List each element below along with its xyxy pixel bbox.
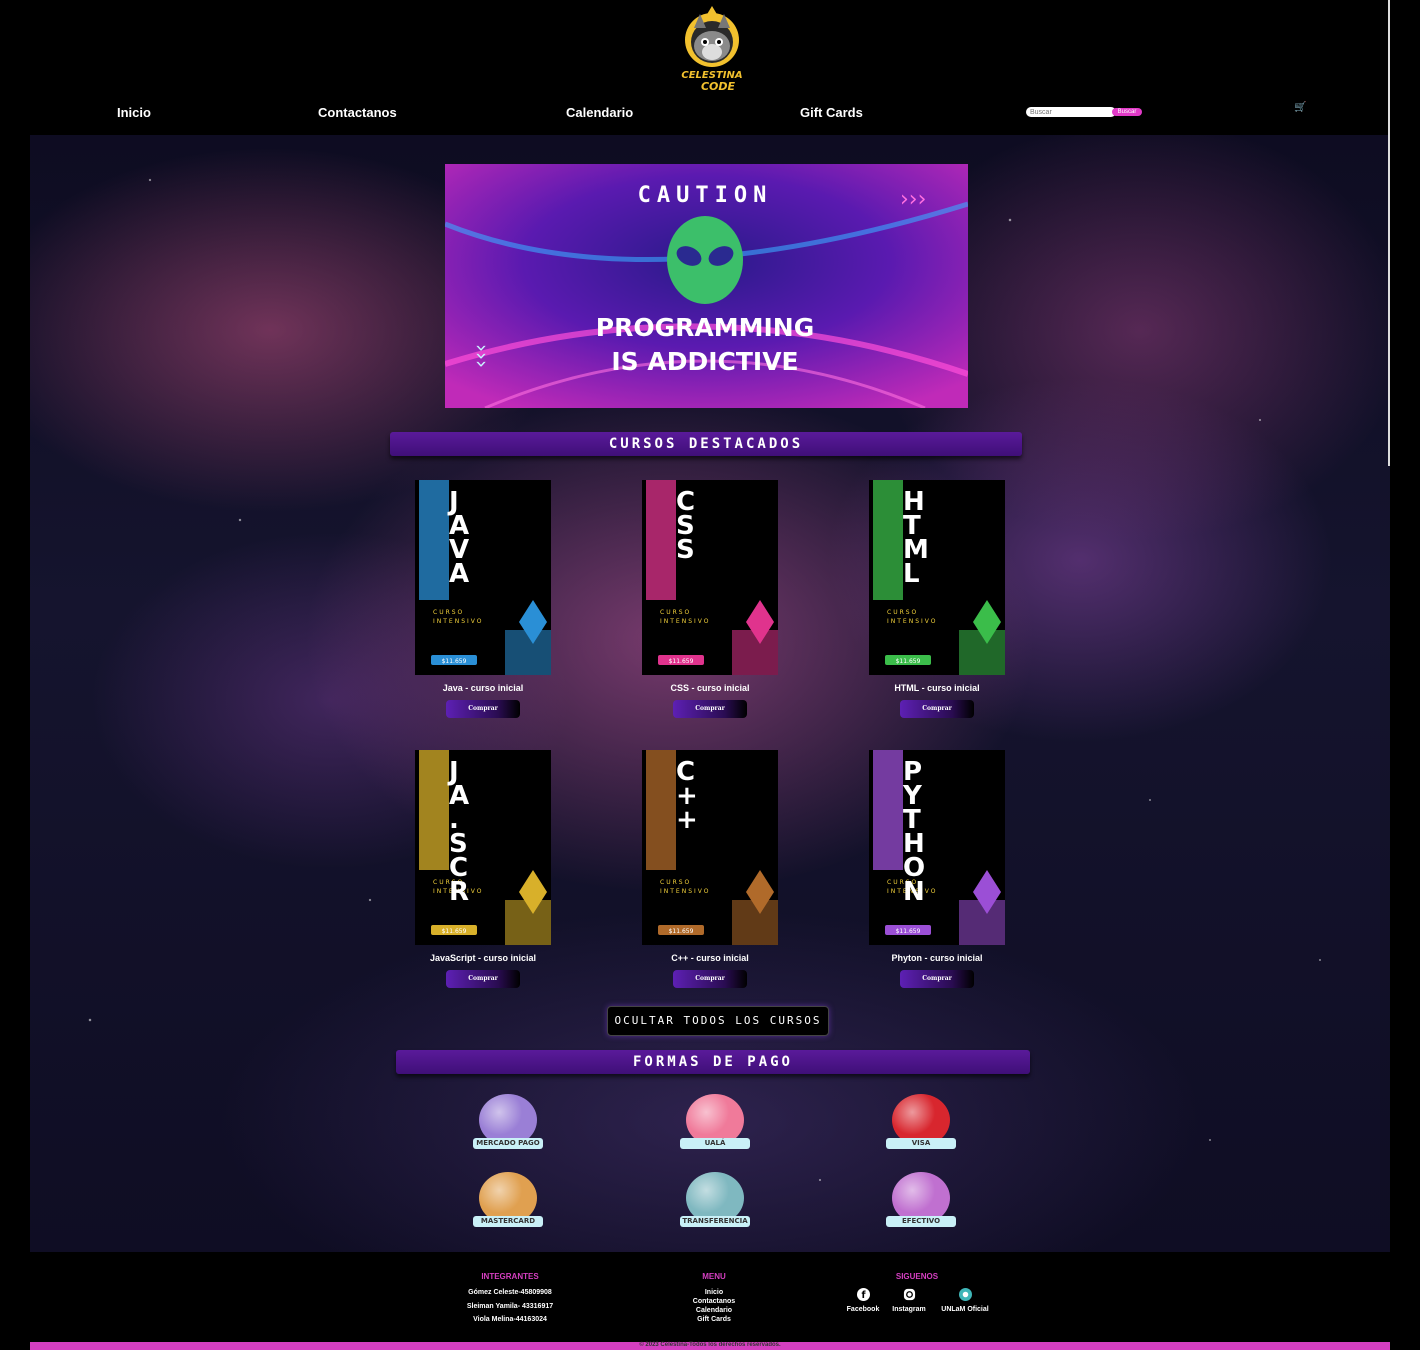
footer-members-title: INTEGRANTES <box>481 1272 539 1281</box>
payment-method[interactable]: UALÁ <box>670 1094 760 1156</box>
poster-tag-intensivo: INTENSIVO <box>887 618 938 625</box>
buy-button[interactable]: Comprar <box>673 970 747 988</box>
banner-line-1: PROGRAMMING <box>596 313 814 342</box>
poster-tag-intensivo: INTENSIVO <box>433 618 484 625</box>
footer-menu-title: MENU <box>702 1272 726 1281</box>
buy-button[interactable]: Comprar <box>446 700 520 718</box>
banner-headline: CAUTION <box>638 183 773 208</box>
unlam-link[interactable]: UNLaM Oficial <box>932 1288 998 1313</box>
payment-label: EFECTIVO <box>886 1216 956 1227</box>
payment-label: TRANSFERENCIA <box>680 1216 750 1227</box>
course-poster[interactable]: CURSO INTENSIVO $11.659 C S S <box>642 480 778 675</box>
payment-label: MERCADO PAGO <box>473 1138 543 1149</box>
footer-menu-contactanos[interactable]: Contactanos <box>674 1298 754 1305</box>
unlam-icon <box>958 1288 972 1301</box>
payment-method[interactable]: VISA <box>876 1094 966 1156</box>
poster-tag-curso: CURSO <box>660 609 691 616</box>
footer-member-1: Gómez Celeste-45809908 <box>468 1289 552 1296</box>
search-button[interactable]: Buscar <box>1112 108 1142 116</box>
cart-icon[interactable]: 🛒 <box>1294 102 1306 113</box>
poster-tag-curso: CURSO <box>433 609 464 616</box>
scrollbar[interactable] <box>1388 0 1390 466</box>
payment-method[interactable]: TRANSFERENCIA <box>670 1172 760 1234</box>
instagram-link[interactable]: Instagram <box>886 1288 932 1313</box>
payment-method[interactable]: EFECTIVO <box>876 1172 966 1234</box>
course-poster[interactable]: CURSOINTENSIVO$11.659J A. S C R <box>415 750 551 945</box>
chevrons-down-icon: ››› <box>470 344 494 368</box>
poster-tag-curso: CURSO <box>887 609 918 616</box>
facebook-icon: f <box>856 1288 870 1301</box>
hero-banner: CAUTION PROGRAMMING IS ADDICTIVE ››› ››› <box>445 164 968 408</box>
course-poster[interactable]: CURSOINTENSIVO$11.659H T M L <box>869 480 1005 675</box>
poster-tag-curso: CURSO <box>660 879 691 886</box>
copyright-text: © 2023 Celestina-Todos los derechos rese… <box>639 1342 781 1348</box>
celestina-code-logo[interactable]: CELESTINA CODE <box>672 6 752 94</box>
course-title: C++ - curso inicial <box>671 953 749 963</box>
footer-menu-calendario[interactable]: Calendario <box>674 1307 754 1314</box>
footer <box>30 1252 1390 1342</box>
course-poster[interactable]: CURSOINTENSIVO$11.659J A V A <box>415 480 551 675</box>
course-title: CSS - curso inicial <box>670 683 750 693</box>
nav-inicio[interactable]: Inicio <box>117 105 151 120</box>
course-poster[interactable]: CURSO INTENSIVO $11.659 C + + <box>642 750 778 945</box>
course-title: HTML - curso inicial <box>894 683 980 693</box>
buy-button[interactable]: Comprar <box>446 970 520 988</box>
footer-social-title: SIGUENOS <box>895 1272 939 1281</box>
payment-label: UALÁ <box>680 1138 750 1149</box>
instagram-label: Instagram <box>892 1306 926 1313</box>
buy-button[interactable]: Comprar <box>900 970 974 988</box>
poster-price: $11.659 <box>442 658 467 665</box>
poster-title: PYTHON <box>902 757 925 907</box>
logo-text-code: CODE <box>701 80 736 93</box>
nav-gift-cards[interactable]: Gift Cards <box>800 105 863 120</box>
hide-all-courses-button[interactable]: OCULTAR TODOS LOS CURSOS <box>607 1006 829 1036</box>
nav-contactanos[interactable]: Contactanos <box>318 105 397 120</box>
footer-member-3: Viola Melina-44163024 <box>473 1316 547 1323</box>
poster-price: $11.659 <box>896 928 921 935</box>
banner-line-2: IS ADDICTIVE <box>611 347 798 376</box>
facebook-link[interactable]: f Facebook <box>840 1288 886 1313</box>
featured-section-title: CURSOS DESTACADOS <box>390 432 1022 456</box>
payments-section-title: FORMAS DE PAGO <box>396 1050 1030 1074</box>
buy-button[interactable]: Comprar <box>900 700 974 718</box>
course-title: Phyton - curso inicial <box>891 953 983 963</box>
poster-title: C + + <box>676 757 698 835</box>
payment-label: VISA <box>886 1138 956 1149</box>
search-input[interactable] <box>1026 107 1116 117</box>
nav-calendario[interactable]: Calendario <box>566 105 633 120</box>
poster-tag-intensivo: INTENSIVO <box>660 888 711 895</box>
course-title: Java - curso inicial <box>442 683 524 693</box>
chevrons-right-icon: ››› <box>900 187 926 212</box>
poster-price: $11.659 <box>669 658 694 665</box>
footer-menu-gift-cards[interactable]: Gift Cards <box>674 1316 754 1323</box>
poster-price: $11.659 <box>442 928 467 935</box>
payment-method[interactable]: MERCADO PAGO <box>463 1094 553 1156</box>
course-poster[interactable]: CURSOINTENSIVO$11.659P Y T H O N <box>869 750 1005 945</box>
poster-price: $11.659 <box>669 928 694 935</box>
payment-method[interactable]: MASTERCARD <box>463 1172 553 1234</box>
page: CELESTINA CODE Inicio Contactanos Calend… <box>30 0 1390 1350</box>
course-title: JavaScript - curso inicial <box>429 953 537 963</box>
payment-label: MASTERCARD <box>473 1216 543 1227</box>
unlam-label: UNLaM Oficial <box>941 1306 989 1313</box>
facebook-label: Facebook <box>846 1306 880 1313</box>
header: CELESTINA CODE Inicio Contactanos Calend… <box>30 0 1390 135</box>
footer-member-2: Sleiman Yamila- 43316917 <box>466 1303 554 1310</box>
instagram-icon <box>903 1288 915 1301</box>
buy-button[interactable]: Comprar <box>673 700 747 718</box>
poster-title: CSS <box>676 487 695 565</box>
poster-tag-intensivo: INTENSIVO <box>660 618 711 625</box>
footer-menu-inicio[interactable]: Inicio <box>674 1289 754 1296</box>
poster-price: $11.659 <box>896 658 921 665</box>
